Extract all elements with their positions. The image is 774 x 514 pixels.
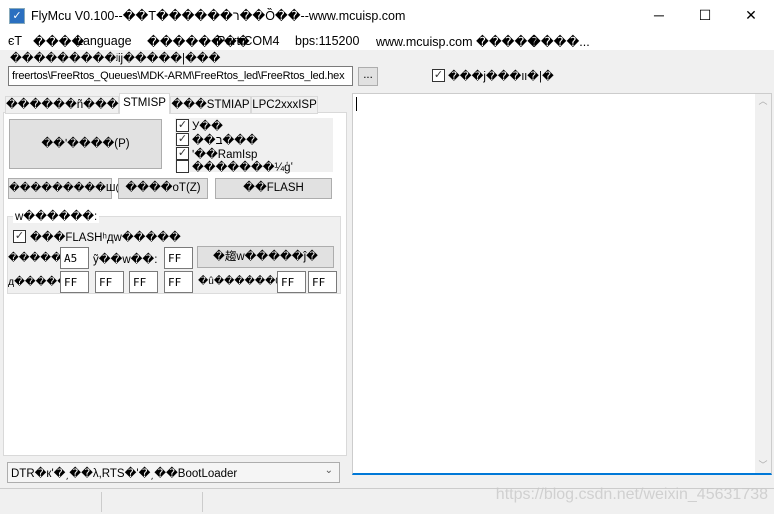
status-divider xyxy=(101,492,102,512)
wrp-input-2[interactable]: FF xyxy=(129,271,158,293)
continuous-label: �������¼ģʽ xyxy=(192,162,294,174)
watermark: https://blog.csdn.net/weixin_45631738 xyxy=(495,486,768,503)
menu-item-file[interactable]: єT xyxy=(8,34,22,48)
data-label: �û������0 xyxy=(198,276,281,287)
minimize-button[interactable]: ─ xyxy=(636,0,682,30)
flash-protect-checkbox[interactable]: ✓ xyxy=(13,230,26,243)
bootmode-select[interactable]: DTR�к'�͵��λ,RTS�'�͵��BootLoader ⌄ xyxy=(7,462,340,483)
read-button[interactable]: ���������Ш(R xyxy=(8,178,127,199)
chevron-down-icon: ⌄ xyxy=(324,465,333,476)
wrp-input-0[interactable]: FF xyxy=(60,271,89,293)
group-label: w������: xyxy=(13,209,100,223)
status-divider xyxy=(202,492,203,512)
program-button[interactable]: ��ʹ����(P) xyxy=(9,119,162,169)
window-title: FlyMcu V0.100--��T������ר��Ȍ��--www.mcui… xyxy=(31,9,406,23)
wrp-input-3[interactable]: FF xyxy=(164,271,193,293)
data-input-1[interactable]: FF xyxy=(308,271,337,293)
tab-stmiap[interactable]: ���STMIAP xyxy=(170,96,251,114)
bootmode-value: DTR�к'�͵��λ,RTS�'�͵��BootLoader xyxy=(11,468,238,480)
tab-lpc2xxxisp[interactable]: LPC2xxxISP xyxy=(251,96,318,114)
title-bar: ✓ FlyMcu V0.100--��T������ר��Ȍ��--www.mc… xyxy=(0,0,774,32)
run-after-checkbox[interactable]: ✓ xyxy=(176,133,189,146)
close-button[interactable]: ✕ xyxy=(728,0,774,30)
log-output[interactable]: ︿ ﹀ xyxy=(352,93,772,475)
menu-item-website[interactable]: www.mcuisp.com ����� xyxy=(376,34,540,49)
log-scrollbar[interactable]: ︿ ﹀ xyxy=(755,94,771,473)
erase-button[interactable]: ����oT(Z) xyxy=(118,178,208,199)
file-label: ���������ʲij�����|��� xyxy=(10,53,221,65)
menu-item-port[interactable]: Port:COM4 xyxy=(217,34,280,48)
maximize-button[interactable]: ☐ xyxy=(682,0,728,30)
status-bar: https://blog.csdn.net/weixin_45631738 xyxy=(0,486,774,514)
menu-item-more[interactable]: ����... xyxy=(528,34,590,49)
data-input-0[interactable]: FF xyxy=(277,271,306,293)
file-path-input[interactable]: freertos\FreeRtos_Queues\MDK-ARM\FreeRto… xyxy=(8,66,353,86)
reload-label: ���j���װ�|� xyxy=(448,71,554,83)
scroll-up-icon[interactable]: ︿ xyxy=(755,94,771,107)
user-input[interactable]: FF xyxy=(164,247,193,269)
wrp-input-1[interactable]: FF xyxy=(95,271,124,293)
rdp-label: ����� xyxy=(8,252,62,264)
tab-stmisp[interactable]: STMISP xyxy=(119,93,170,114)
ramisp-label: ʹ��RamIsp xyxy=(192,149,258,161)
rdp-input[interactable]: A5 xyxy=(60,247,89,269)
app-logo-icon: ✓ xyxy=(9,8,25,24)
user-label: ỹ��w��: xyxy=(93,254,158,266)
text-cursor xyxy=(356,97,357,111)
reload-checkbox[interactable]: ✓ xyxy=(432,69,445,82)
tab-options[interactable]: ������ñ����� xyxy=(5,96,142,114)
flash-protect-label: ���FLASHʰдw����� xyxy=(30,232,181,244)
run-after-label: ��ב��� xyxy=(192,135,258,147)
menu-item-language[interactable]: Language xyxy=(76,34,132,48)
scroll-down-icon[interactable]: ﹀ xyxy=(755,458,771,471)
browse-button[interactable]: ... xyxy=(358,67,378,86)
wrp-label: д����� xyxy=(8,276,68,288)
read-flash-button[interactable]: ��FLASH xyxy=(215,178,332,199)
verify-checkbox[interactable]: ✓ xyxy=(176,119,189,132)
continuous-checkbox[interactable] xyxy=(176,160,189,173)
ramisp-checkbox[interactable]: ✓ xyxy=(176,147,189,160)
apply-option-bytes-button[interactable]: �趨w�����ĵ� xyxy=(197,246,334,268)
menu-item-bps[interactable]: bps:115200 xyxy=(295,34,359,48)
verify-label: У�� xyxy=(192,121,223,133)
